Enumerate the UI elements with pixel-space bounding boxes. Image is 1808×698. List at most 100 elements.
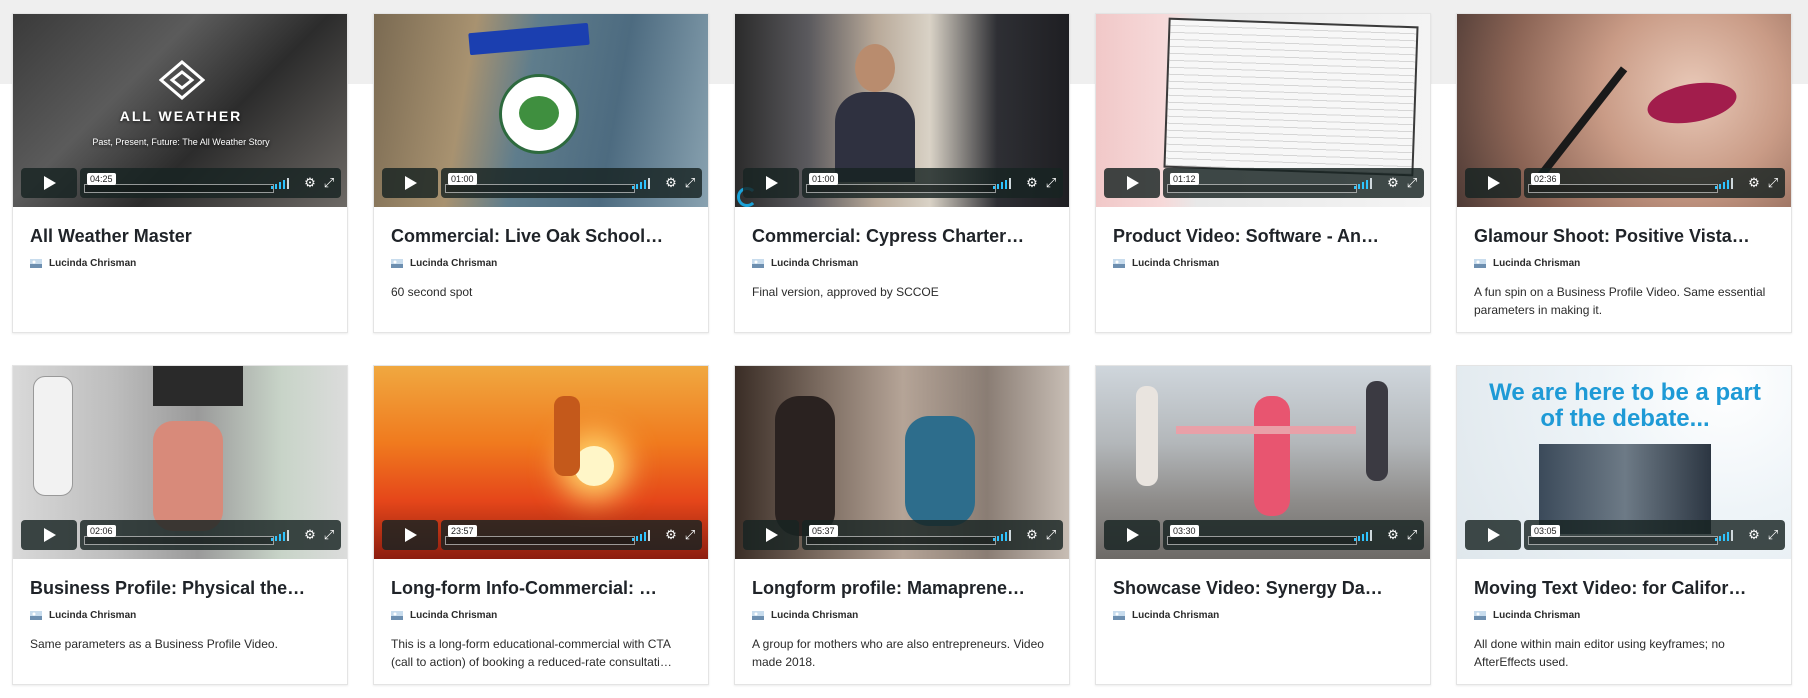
video-thumbnail[interactable]: 05:37 ⚙ ⤢ [735,366,1069,559]
fullscreen-icon[interactable]: ⤢ [1405,528,1419,542]
video-title[interactable]: Moving Text Video: for Califor… [1474,577,1774,599]
gear-icon[interactable]: ⚙ [1386,176,1400,190]
video-thumbnail[interactable]: 23:57 ⚙ ⤢ [374,366,708,559]
volume-icon[interactable] [632,178,650,189]
gear-icon[interactable]: ⚙ [1747,176,1761,190]
video-title[interactable]: Business Profile: Physical the… [30,577,330,599]
video-thumbnail[interactable]: 01:12 ⚙ ⤢ [1096,14,1430,207]
volume-icon[interactable] [1354,178,1372,189]
video-title[interactable]: Product Video: Software - An… [1113,225,1413,247]
author-name[interactable]: Lucinda Chrisman [771,610,858,621]
fullscreen-icon[interactable]: ⤢ [1405,176,1419,190]
gear-icon[interactable]: ⚙ [1386,528,1400,542]
video-thumbnail[interactable]: 01:00 ⚙ ⤢ [374,14,708,207]
video-title[interactable]: Glamour Shoot: Positive Vista… [1474,225,1774,247]
video-player-controls: 03:05 ⚙ ⤢ [1465,520,1785,550]
play-button[interactable] [382,168,438,198]
video-card[interactable]: 01:00 ⚙ ⤢ Commercial: Cypress Charter… L… [734,13,1070,333]
author-name[interactable]: Lucinda Chrisman [49,610,136,621]
video-thumbnail[interactable]: 02:36 ⚙ ⤢ [1457,14,1791,207]
video-thumbnail[interactable]: 01:00 ⚙ ⤢ [735,14,1069,207]
video-thumbnail[interactable]: We are here to be a part of the debate..… [1457,366,1791,559]
author-row: Lucinda Chrisman [752,258,1052,269]
play-button[interactable] [1465,168,1521,198]
video-title[interactable]: Showcase Video: Synergy Da… [1113,577,1413,599]
play-button[interactable] [382,520,438,550]
video-card[interactable]: 01:12 ⚙ ⤢ Product Video: Software - An… … [1095,13,1431,333]
gear-icon[interactable]: ⚙ [303,528,317,542]
volume-icon[interactable] [993,178,1011,189]
play-button[interactable] [1104,168,1160,198]
video-card[interactable]: 05:37 ⚙ ⤢ Longform profile: Mamaprene… L… [734,365,1070,685]
fullscreen-icon[interactable]: ⤢ [1044,176,1058,190]
volume-icon[interactable] [632,530,650,541]
progress-bar[interactable]: 03:05 [1528,525,1718,545]
fullscreen-icon[interactable]: ⤢ [322,528,336,542]
progress-bar[interactable]: 03:30 [1167,525,1357,545]
fullscreen-icon[interactable]: ⤢ [1766,176,1780,190]
author-name[interactable]: Lucinda Chrisman [1493,610,1580,621]
volume-icon[interactable] [1354,530,1372,541]
video-title[interactable]: Commercial: Live Oak School… [391,225,691,247]
volume-icon[interactable] [1715,178,1733,189]
video-card[interactable]: 23:57 ⚙ ⤢ Long-form Info-Commercial: … L… [373,365,709,685]
gear-icon[interactable]: ⚙ [664,176,678,190]
progress-bar[interactable]: 05:37 [806,525,996,545]
play-button[interactable] [743,168,799,198]
play-button[interactable] [21,168,77,198]
thumbnail-title-text: We are here to be a part of the debate..… [1489,379,1761,432]
fullscreen-icon[interactable]: ⤢ [683,176,697,190]
author-name[interactable]: Lucinda Chrisman [1132,610,1219,621]
video-card[interactable]: We are here to be a part of the debate..… [1456,365,1792,685]
gear-icon[interactable]: ⚙ [664,528,678,542]
volume-icon[interactable] [1715,530,1733,541]
author-name[interactable]: Lucinda Chrisman [410,258,497,269]
gear-icon[interactable]: ⚙ [1747,528,1761,542]
video-card[interactable]: 02:06 ⚙ ⤢ Business Profile: Physical the… [12,365,348,685]
gear-icon[interactable]: ⚙ [1025,176,1039,190]
author-avatar-icon [1474,259,1486,268]
video-card[interactable]: 02:36 ⚙ ⤢ Glamour Shoot: Positive Vista…… [1456,13,1792,333]
progress-bar[interactable]: 04:25 [84,173,274,193]
author-name[interactable]: Lucinda Chrisman [1493,258,1580,269]
play-button[interactable] [1104,520,1160,550]
progress-bar[interactable]: 02:36 [1528,173,1718,193]
play-icon [405,528,417,542]
volume-icon[interactable] [993,530,1011,541]
volume-icon[interactable] [271,530,289,541]
video-card[interactable]: 01:00 ⚙ ⤢ Commercial: Live Oak School… L… [373,13,709,333]
video-card[interactable]: 03:30 ⚙ ⤢ Showcase Video: Synergy Da… Lu… [1095,365,1431,685]
fullscreen-icon[interactable]: ⤢ [1766,528,1780,542]
video-title[interactable]: Longform profile: Mamaprene… [752,577,1052,599]
fullscreen-icon[interactable]: ⤢ [322,176,336,190]
author-row: Lucinda Chrisman [1113,610,1413,621]
author-avatar-icon [391,611,403,620]
author-name[interactable]: Lucinda Chrisman [410,610,497,621]
gear-icon[interactable]: ⚙ [1025,528,1039,542]
author-avatar-icon [1113,259,1125,268]
volume-icon[interactable] [271,178,289,189]
video-thumbnail[interactable]: 02:06 ⚙ ⤢ [13,366,347,559]
progress-bar[interactable]: 01:00 [806,173,996,193]
video-thumbnail[interactable]: ALL WEATHER Past, Present, Future: The A… [13,14,347,207]
progress-bar[interactable]: 01:00 [445,173,635,193]
fullscreen-icon[interactable]: ⤢ [683,528,697,542]
author-name[interactable]: Lucinda Chrisman [1132,258,1219,269]
progress-bar[interactable]: 02:06 [84,525,274,545]
gear-icon[interactable]: ⚙ [303,176,317,190]
play-button[interactable] [21,520,77,550]
fullscreen-icon[interactable]: ⤢ [1044,528,1058,542]
play-button[interactable] [1465,520,1521,550]
video-title[interactable]: Long-form Info-Commercial: … [391,577,691,599]
author-name[interactable]: Lucinda Chrisman [771,258,858,269]
play-button[interactable] [743,520,799,550]
progress-bar[interactable]: 01:12 [1167,173,1357,193]
video-title[interactable]: Commercial: Cypress Charter… [752,225,1052,247]
video-thumbnail[interactable]: 03:30 ⚙ ⤢ [1096,366,1430,559]
video-title[interactable]: All Weather Master [30,225,330,247]
card-body: Moving Text Video: for Califor… Lucinda … [1457,559,1791,671]
play-icon [1488,176,1500,190]
author-name[interactable]: Lucinda Chrisman [49,258,136,269]
video-card[interactable]: ALL WEATHER Past, Present, Future: The A… [12,13,348,333]
progress-bar[interactable]: 23:57 [445,525,635,545]
